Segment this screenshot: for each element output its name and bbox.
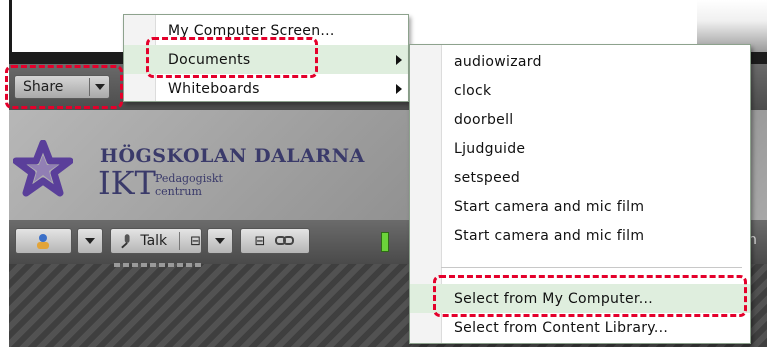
attendee-status-button[interactable] — [15, 228, 72, 254]
attendee-icon — [36, 234, 49, 249]
menu-item-label: Select from Content Library... — [454, 319, 669, 336]
annotation-documents — [146, 37, 318, 78]
document-item-audiowizard[interactable]: audiowizard — [410, 47, 750, 76]
talk-label: Talk — [140, 233, 168, 249]
talk-level-indicator — [114, 263, 204, 267]
submenu-arrow-icon — [396, 55, 402, 65]
attendee-status-dropdown[interactable] — [77, 228, 103, 254]
menu-item-label: setspeed — [454, 169, 521, 186]
menu-item-label: doorbell — [454, 111, 514, 128]
document-item-doorbell[interactable]: doorbell — [410, 105, 750, 134]
connection-indicator — [381, 232, 389, 252]
camera-button[interactable]: ⊟ — [240, 228, 310, 254]
chevron-down-icon — [215, 238, 225, 244]
camera-icon: ⊟ — [254, 233, 266, 249]
menu-item-label: Start camera and mic film — [454, 198, 645, 215]
menu-item-label: Start camera and mic film — [454, 227, 645, 244]
logo-ikt: IKT — [98, 164, 156, 202]
logo-sub-line1: Pedagogiskt — [155, 172, 223, 185]
document-item-clock[interactable]: clock — [410, 76, 750, 105]
logo-subtitle: Pedagogiskt centrum — [155, 172, 223, 198]
menu-item-label: Whiteboards — [168, 80, 260, 97]
annotation-select-from-my-computer — [433, 275, 747, 317]
talk-button[interactable]: Talk ⊟ — [110, 228, 202, 254]
menu-item-label: Ljudguide — [454, 140, 526, 157]
select-from-content-library[interactable]: Select from Content Library... — [410, 313, 750, 342]
star-logo — [13, 140, 73, 197]
document-item-ljudguide[interactable]: Ljudguide — [410, 134, 750, 163]
link-icon — [275, 236, 295, 245]
document-item-start-camera-2[interactable]: Start camera and mic film — [410, 221, 750, 250]
submenu-arrow-icon — [396, 84, 402, 94]
document-item-start-camera-1[interactable]: Start camera and mic film — [410, 192, 750, 221]
microphone-icon — [121, 234, 130, 249]
annotation-share — [5, 65, 123, 109]
menu-item-whiteboards[interactable]: Whiteboards — [124, 74, 408, 103]
menu-separator — [441, 267, 742, 268]
logo-sub-line2: centrum — [155, 185, 202, 198]
talk-dropdown[interactable] — [207, 228, 233, 254]
document-item-setspeed[interactable]: setspeed — [410, 163, 750, 192]
menu-item-label: audiowizard — [454, 53, 542, 70]
chevron-down-icon — [85, 238, 95, 244]
menu-item-label: clock — [454, 82, 492, 99]
phone-icon: ⊟ — [190, 233, 201, 249]
